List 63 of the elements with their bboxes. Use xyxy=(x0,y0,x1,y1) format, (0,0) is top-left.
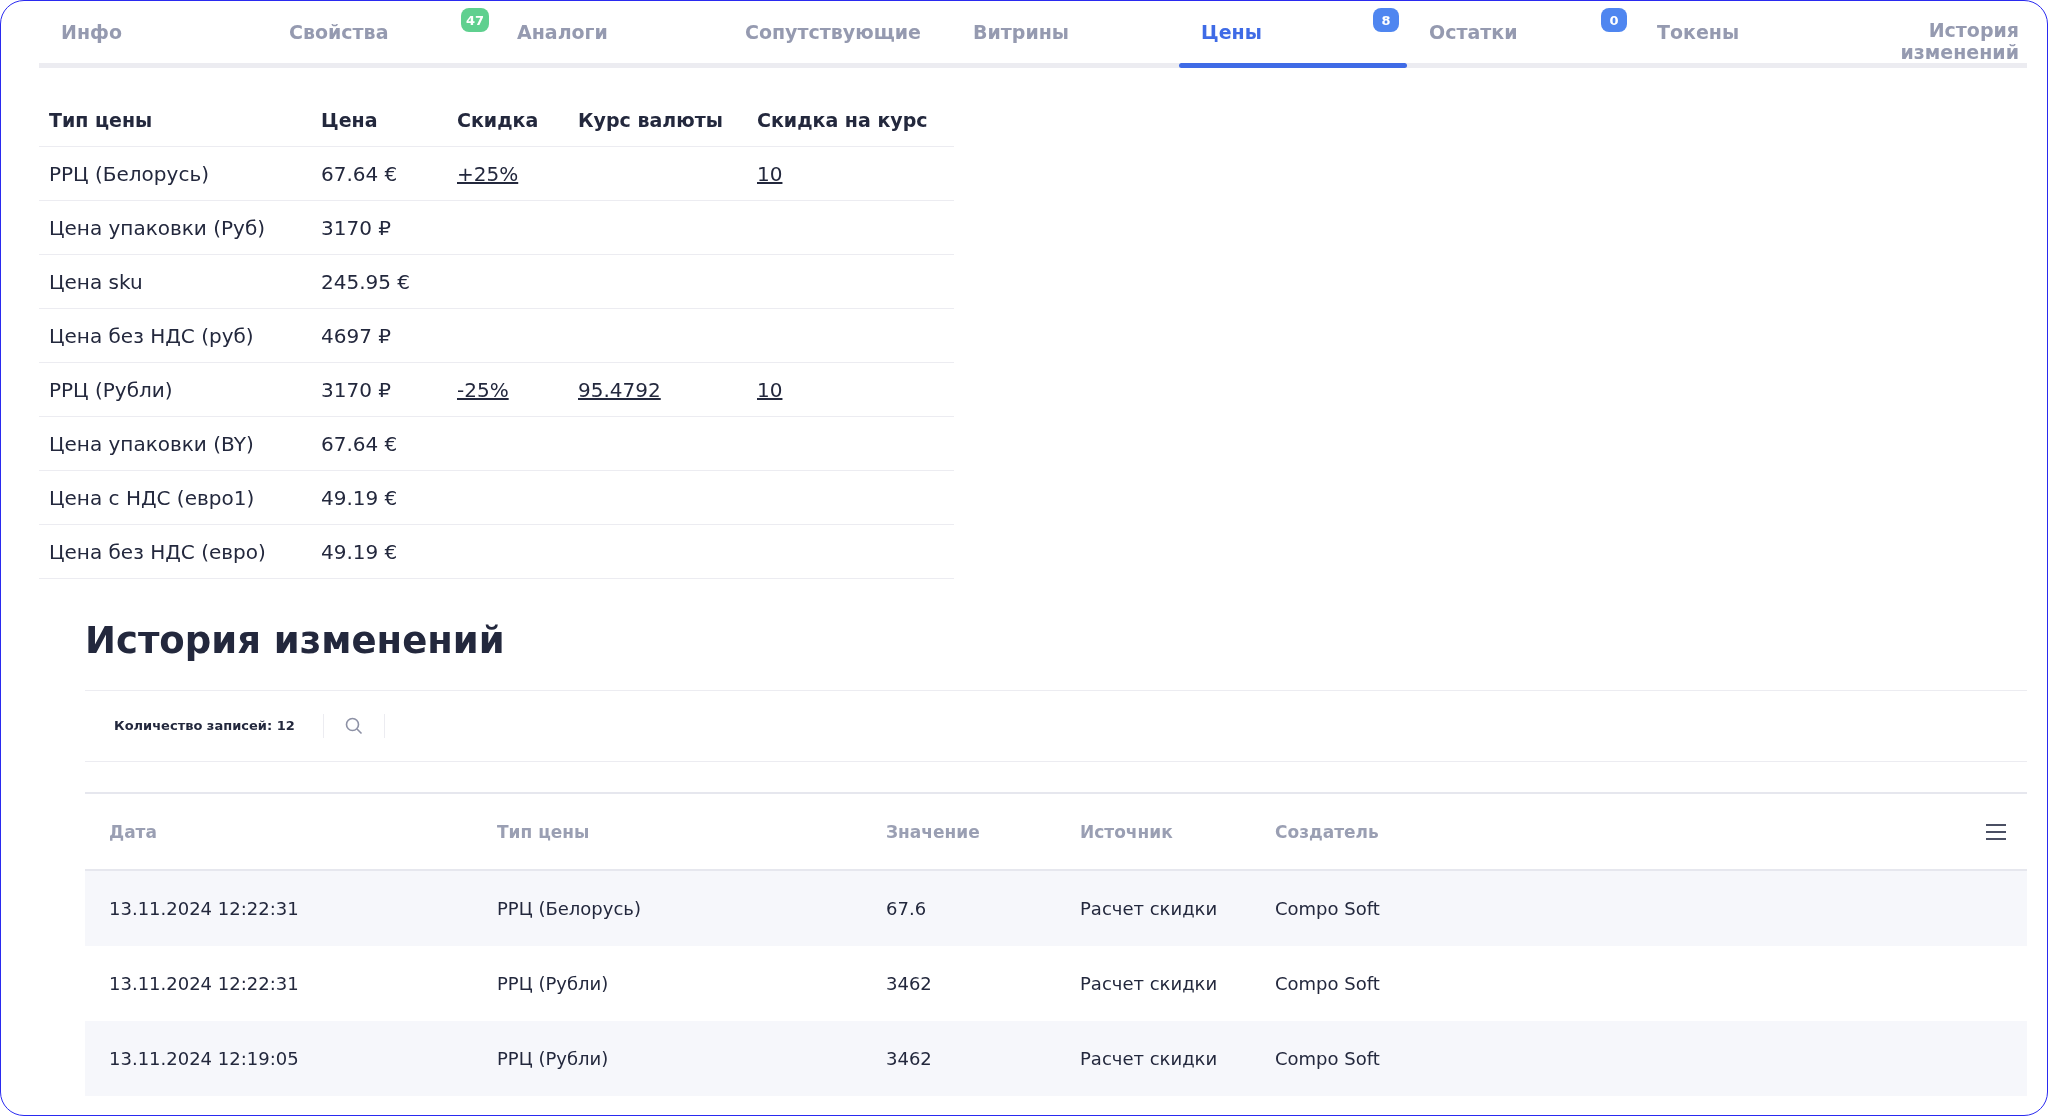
table-cell: Цена с НДС (евро1) xyxy=(49,485,255,510)
tab[interactable]: Инфо xyxy=(61,21,122,43)
value-link[interactable]: 10 xyxy=(757,161,783,186)
table-cell: Расчет скидки xyxy=(1080,973,1218,994)
table-cell: РРЦ (Белорусь) xyxy=(49,161,209,186)
column-header: Создатель xyxy=(1275,821,1379,842)
table-cell: 3170 ₽ xyxy=(321,215,391,240)
table-cell: РРЦ (Рубли) xyxy=(49,377,173,402)
column-header: Значение xyxy=(886,821,980,842)
column-header: Цена xyxy=(311,94,447,147)
table-cell: Compo Soft xyxy=(1275,898,1380,919)
column-header: Дата xyxy=(109,821,157,842)
menu-lines-icon xyxy=(1985,822,2007,841)
menu-icon[interactable] xyxy=(1985,822,2007,841)
tab[interactable]: История изменений xyxy=(1889,19,2019,63)
column-header: Курс валюты xyxy=(568,94,747,147)
tab[interactable]: Цены xyxy=(1201,21,1262,43)
search-icon xyxy=(343,716,364,736)
table-cell: Цена sku xyxy=(49,269,143,294)
value-link[interactable]: -25% xyxy=(457,377,509,402)
tab[interactable]: Токены xyxy=(1657,21,1740,43)
table-cell: 245.95 € xyxy=(321,269,411,294)
column-header: Источник xyxy=(1080,821,1173,842)
table-cell: 67.6 xyxy=(886,898,927,919)
table-cell: Расчет скидки xyxy=(1080,898,1218,919)
table-cell: 67.64 € xyxy=(321,431,398,456)
tab[interactable]: Аналоги xyxy=(517,21,608,43)
count-badge: 47 xyxy=(461,8,490,32)
value-link[interactable]: 10 xyxy=(757,377,783,402)
table-cell: РРЦ (Рубли) xyxy=(497,1048,609,1069)
table-cell: 3462 xyxy=(886,973,932,994)
column-header: Скидка xyxy=(447,94,568,147)
table-cell: Расчет скидки xyxy=(1080,1048,1218,1069)
table-cell: 67.64 € xyxy=(321,161,398,186)
section-title: История изменений xyxy=(85,619,506,662)
table-cell: 3462 xyxy=(886,1048,932,1069)
tab[interactable]: Остатки xyxy=(1429,21,1518,43)
table-cell: 4697 ₽ xyxy=(321,323,391,348)
tab[interactable]: Сопутствующие xyxy=(745,21,921,43)
table-cell: 13.11.2024 12:22:31 xyxy=(109,973,299,994)
table-cell: 13.11.2024 12:22:31 xyxy=(109,898,299,919)
table-cell: 49.19 € xyxy=(321,539,398,564)
table-cell: Цена упаковки (Руб) xyxy=(49,215,266,240)
tab[interactable]: Свойства xyxy=(289,21,389,43)
table-cell: РРЦ (Белорусь) xyxy=(497,898,641,919)
table-cell: 13.11.2024 12:19:05 xyxy=(109,1048,299,1069)
table-cell: РРЦ (Рубли) xyxy=(497,973,609,994)
table-cell: Цена упаковки (BY) xyxy=(49,431,254,456)
value-link[interactable]: +25% xyxy=(457,161,519,186)
column-header: Скидка на курс xyxy=(747,94,954,147)
count-badge: 8 xyxy=(1373,8,1399,32)
tab[interactable]: Витрины xyxy=(973,21,1070,43)
column-header: Тип цены xyxy=(497,821,590,842)
count-badge: 0 xyxy=(1601,8,1627,32)
table-cell: 3170 ₽ xyxy=(321,377,391,402)
table-cell: Compo Soft xyxy=(1275,1048,1380,1069)
table-cell: Цена без НДС (евро) xyxy=(49,539,266,564)
table-cell: Цена без НДС (руб) xyxy=(49,323,254,348)
column-header: Тип цены xyxy=(39,94,311,147)
table-cell: Compo Soft xyxy=(1275,973,1380,994)
record-count: Количество записей: 12 xyxy=(85,714,324,738)
table-cell: 49.19 € xyxy=(321,485,398,510)
value-link[interactable]: 95.4792 xyxy=(578,377,661,402)
